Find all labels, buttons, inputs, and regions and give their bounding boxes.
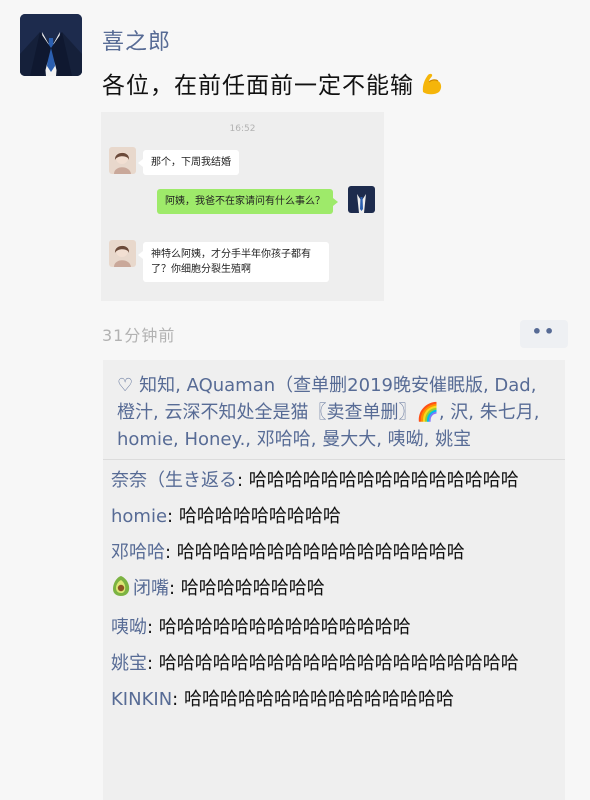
comment-text: 哈哈哈哈哈哈哈哈 — [180, 578, 325, 599]
ex-avatar — [109, 240, 136, 267]
post-text: 各位，在前任面前一定不能输 — [102, 66, 446, 104]
comment[interactable]: 闭嘴: 哈哈哈哈哈哈哈哈 — [103, 572, 565, 611]
divider — [103, 459, 565, 460]
likes-comments-panel: ♡ 知知, AQuaman（查单删2019晚安催眠版, Dad, 橙汁, 云深不知… — [103, 360, 565, 800]
comment[interactable]: 咦呦: 哈哈哈哈哈哈哈哈哈哈哈哈哈哈 — [103, 611, 565, 647]
avocado-icon — [111, 575, 131, 607]
comment-author[interactable]: 邓哈哈 — [111, 542, 165, 563]
comment-author[interactable]: 咦呦 — [111, 617, 147, 638]
comment-author[interactable]: 姚宝 — [111, 653, 147, 674]
comment[interactable]: 邓哈哈: 哈哈哈哈哈哈哈哈哈哈哈哈哈哈哈哈 — [103, 536, 565, 572]
message-bubble-self: 阿姨，我爸不在家请问有什么事么？ — [157, 189, 338, 214]
flexed-biceps-icon — [418, 70, 446, 104]
ex-avatar — [109, 147, 136, 174]
post-time: 31分钟前 — [102, 326, 176, 345]
comment-text: 哈哈哈哈哈哈哈哈哈哈哈哈哈哈 — [158, 617, 411, 638]
comment[interactable]: homie: 哈哈哈哈哈哈哈哈哈 — [103, 500, 565, 536]
post-text-content: 各位，在前任面前一定不能输 — [102, 73, 414, 99]
comment-author[interactable]: 闭嘴 — [133, 578, 169, 599]
chat-screenshot-image[interactable]: 16:52 那个，下周我结婚 阿姨，我爸不在家请问有什么事么？ 神特么阿姨，才分… — [101, 112, 384, 301]
likes-list: ♡ 知知, AQuaman（查单删2019晚安催眠版, Dad, 橙汁, 云深不知… — [103, 360, 565, 459]
comment-text: 哈哈哈哈哈哈哈哈哈哈哈哈哈哈哈哈哈哈哈哈 — [158, 653, 519, 674]
comment-text: 哈哈哈哈哈哈哈哈哈哈哈哈哈哈哈 — [248, 470, 519, 491]
message-bubble: 那个，下周我结婚 — [138, 150, 239, 175]
comment-text: 哈哈哈哈哈哈哈哈哈哈哈哈哈哈哈哈 — [176, 542, 465, 563]
suit-avatar-image — [20, 14, 82, 76]
comment-author[interactable]: 奈奈（生き返る — [111, 470, 237, 491]
comment-author[interactable]: KINKIN — [111, 689, 172, 710]
message-bubble: 神特么阿姨，才分手半年你孩子都有了？你细胞分裂生殖啊 — [138, 242, 329, 282]
more-actions-button[interactable]: •• — [520, 320, 568, 348]
comment[interactable]: 奈奈（生き返る: 哈哈哈哈哈哈哈哈哈哈哈哈哈哈哈 — [103, 464, 565, 500]
avatar[interactable] — [20, 14, 82, 76]
heart-icon: ♡ — [117, 375, 134, 396]
comment[interactable]: 姚宝: 哈哈哈哈哈哈哈哈哈哈哈哈哈哈哈哈哈哈哈哈 — [103, 647, 565, 683]
username[interactable]: 喜之郎 — [102, 24, 171, 56]
comment-author[interactable]: homie — [111, 506, 167, 527]
comment[interactable]: KINKIN: 哈哈哈哈哈哈哈哈哈哈哈哈哈哈哈 — [103, 683, 565, 719]
comment-text: 哈哈哈哈哈哈哈哈哈哈哈哈哈哈哈 — [183, 689, 454, 710]
chat-time: 16:52 — [229, 124, 256, 134]
likes-names[interactable]: 知知, AQuaman（查单删2019晚安催眠版, Dad, 橙汁, 云深不知处… — [117, 375, 539, 450]
comment-text: 哈哈哈哈哈哈哈哈哈 — [178, 506, 341, 527]
self-avatar — [348, 186, 375, 213]
